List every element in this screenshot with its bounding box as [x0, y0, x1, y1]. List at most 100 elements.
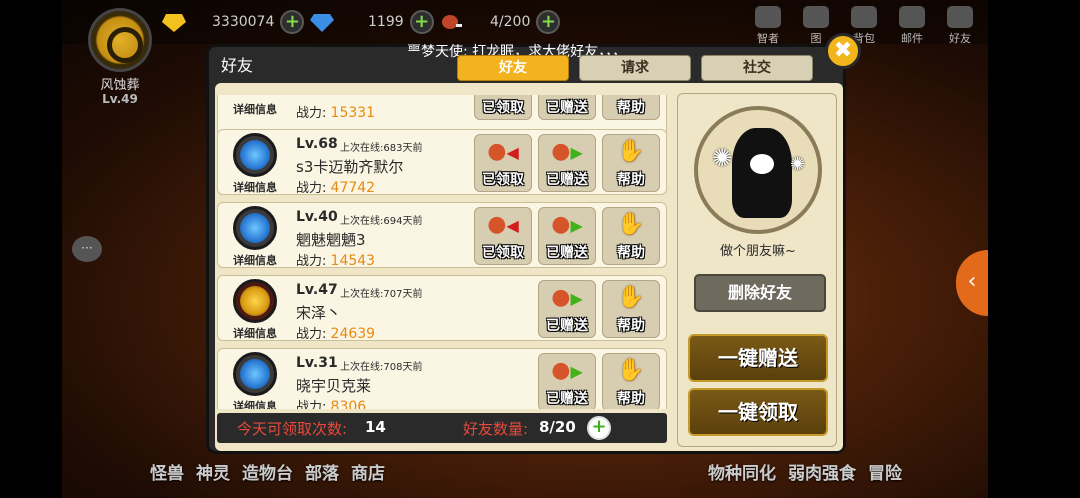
crown-avatar[interactable]: [230, 278, 280, 324]
friend-avatar[interactable]: [230, 351, 280, 397]
send-all-button[interactable]: 一键赠送: [688, 334, 828, 382]
nav-adventure[interactable]: 冒险: [868, 459, 902, 484]
help-button[interactable]: ✋ 帮助: [602, 353, 660, 409]
power-value: 8306: [330, 399, 367, 409]
friend-avatar[interactable]: [230, 205, 280, 251]
arrow-left-icon: ◀: [506, 143, 519, 162]
delete-friend-button[interactable]: 删除好友: [694, 274, 826, 312]
nav-forge[interactable]: 造物台: [242, 459, 293, 484]
nav-deity[interactable]: 神灵: [196, 459, 230, 484]
nav-assimilate[interactable]: 物种同化: [708, 459, 776, 484]
sent-button[interactable]: ●▶ 已赠送: [538, 353, 596, 409]
power-value: 14543: [330, 253, 376, 269]
gold-resource: 3330074 +: [162, 8, 305, 36]
handshake-icon: ✋: [617, 285, 645, 310]
power-label: 战力:: [296, 327, 327, 342]
friend-last-online: 上次在线:708天前: [340, 362, 423, 373]
close-button[interactable]: ✖: [825, 33, 861, 69]
bottom-nav-right: 物种同化 弱肉强食 冒险: [708, 459, 902, 484]
player-name: 风蚀葬: [100, 78, 140, 93]
sent-label: 已赠送: [546, 100, 588, 116]
detail-link[interactable]: 详细信息: [222, 101, 288, 117]
meat-icon: ●: [551, 285, 571, 310]
friend-power: 战力: 47742: [296, 177, 375, 196]
gem-amount: 1199: [368, 14, 404, 30]
help-button[interactable]: ✋ 帮助: [602, 134, 660, 192]
power-label: 战力:: [296, 254, 327, 269]
gold-amount: 3330074: [212, 14, 275, 30]
nav-tribe[interactable]: 部落: [305, 459, 339, 484]
left-letterbox: [0, 0, 62, 498]
power-value: 47742: [330, 180, 376, 196]
received-label: 已领取: [482, 172, 524, 188]
add-friend-slot-button[interactable]: +: [587, 416, 611, 440]
received-label: 已领取: [482, 100, 524, 116]
friend-list[interactable]: 详细信息 战力: 15331 已领取 已赠送 帮助 详细信息 Lv.68 上次在…: [217, 95, 667, 409]
sent-label: 已赠送: [546, 245, 588, 261]
detail-link[interactable]: 详细信息: [222, 325, 288, 341]
meat-icon: ●: [487, 139, 507, 164]
detail-link[interactable]: 详细信息: [222, 252, 288, 268]
receive-all-button[interactable]: 一键领取: [688, 388, 828, 436]
tab-requests[interactable]: 请求: [579, 55, 691, 81]
friend-count: 8/20: [539, 418, 576, 436]
help-label: 帮助: [617, 100, 645, 116]
received-button[interactable]: ●◀ 已领取: [474, 134, 532, 192]
stamina-amount: 4/200: [490, 14, 531, 30]
friend-detail-panel: ✺ ✺ 做个朋友嘛~ 删除好友 一键赠送 一键领取: [677, 93, 837, 447]
sent-button[interactable]: ●▶ 已赠送: [538, 134, 596, 192]
nav-monster[interactable]: 怪兽: [150, 459, 184, 484]
meat-icon: ●: [487, 212, 507, 237]
received-button[interactable]: ●◀ 已领取: [474, 207, 532, 265]
power-value: 24639: [330, 326, 376, 342]
lightbulb-icon: [755, 6, 781, 28]
add-stamina-button[interactable]: +: [536, 10, 561, 34]
friend-power: 战力: 24639: [296, 323, 375, 342]
friend-row[interactable]: 详细信息 Lv.47 上次在线:707天前 宋泽丶 战力: 24639 ●▶ 已赠…: [217, 275, 667, 342]
menu-mail[interactable]: 邮件: [892, 6, 932, 46]
friend-row[interactable]: 详细信息 Lv.31 上次在线:708天前 晓宇贝克莱 战力: 8306 ●▶ 已…: [217, 348, 667, 409]
arrow-right-icon: ▶: [570, 362, 583, 381]
friend-row[interactable]: 详细信息 Lv.40 上次在线:694天前 魍魅魍魉3 战力: 14543 ●◀…: [217, 202, 667, 269]
sent-button[interactable]: ●▶ 已赠送: [538, 280, 596, 338]
tab-social[interactable]: 社交: [701, 55, 813, 81]
handshake-icon: ✋: [617, 139, 645, 164]
player-avatar[interactable]: [88, 8, 152, 72]
detail-link[interactable]: 详细信息: [222, 398, 288, 409]
help-label: 帮助: [617, 318, 645, 334]
sent-button[interactable]: ●▶ 已赠送: [538, 207, 596, 265]
menu-friends[interactable]: 好友: [940, 6, 980, 46]
status-bar: 今天可领取次数: 14 好友数量: 8/20 +: [217, 413, 667, 443]
power-label: 战力:: [296, 181, 327, 196]
receivable-count: 14: [365, 418, 386, 436]
power-label: 战力:: [296, 106, 327, 121]
help-button[interactable]: ✋ 帮助: [602, 280, 660, 338]
menu-sage[interactable]: 智者: [748, 6, 788, 46]
add-gem-button[interactable]: +: [409, 10, 434, 34]
sent-button[interactable]: 已赠送: [538, 95, 596, 120]
detail-link[interactable]: 详细信息: [222, 179, 288, 195]
portrait-caption: 做个朋友嘛~: [720, 244, 796, 259]
power-value: 15331: [330, 105, 376, 121]
top-menu: 智者 图 背包 邮件 好友: [748, 6, 980, 46]
help-button[interactable]: 帮助: [602, 95, 660, 120]
friend-name: 晓宇贝克莱: [296, 377, 372, 395]
friend-power: 战力: 14543: [296, 250, 375, 269]
tab-friends[interactable]: 好友: [457, 55, 569, 81]
friend-level: Lv.31: [296, 355, 338, 371]
menu-mail-label: 邮件: [901, 32, 923, 45]
gem-resource: 1199 +: [310, 8, 434, 36]
book-icon: [803, 6, 829, 28]
received-button[interactable]: 已领取: [474, 95, 532, 120]
friend-avatar[interactable]: [230, 132, 280, 178]
chat-icon[interactable]: ···: [72, 236, 102, 262]
add-gold-button[interactable]: +: [280, 10, 305, 34]
nav-predation[interactable]: 弱肉强食: [788, 459, 856, 484]
help-button[interactable]: ✋ 帮助: [602, 207, 660, 265]
nav-shop[interactable]: 商店: [351, 459, 385, 484]
friend-row[interactable]: 详细信息 Lv.68 上次在线:683天前 s3卡迈勒齐默尔 战力: 47742…: [217, 129, 667, 196]
receivable-label: 今天可领取次数:: [237, 420, 348, 438]
arrow-right-icon: ▶: [570, 289, 583, 308]
creature-silhouette-icon: [732, 128, 792, 218]
handshake-icon: ✋: [617, 212, 645, 237]
